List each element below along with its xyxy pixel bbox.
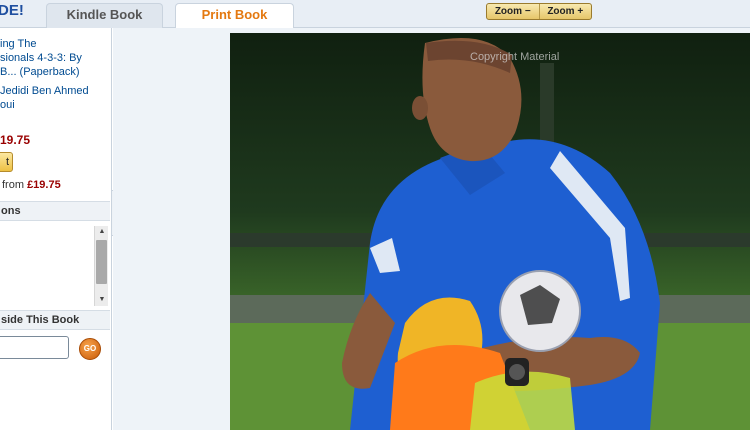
tab-kindle-book[interactable]: Kindle Book <box>46 3 163 28</box>
copyright-watermark: Copyright Material <box>470 51 560 63</box>
tab-print-book[interactable]: Print Book <box>175 3 294 29</box>
search-inside-input[interactable] <box>0 336 69 359</box>
book-price: 19.75 <box>0 133 31 147</box>
brand-logo-fragment: DE! <box>0 2 24 19</box>
scroll-down-arrow-icon[interactable]: ▼ <box>95 294 109 306</box>
top-bar: DE! Kindle Book Print Book Zoom − Zoom + <box>0 0 750 29</box>
go-button[interactable]: GO <box>79 338 101 360</box>
scroll-up-arrow-icon[interactable]: ▲ <box>95 226 109 238</box>
zoom-in-button[interactable]: Zoom + <box>538 4 592 19</box>
book-page-photo: Copyright Material <box>230 33 750 430</box>
book-title-link[interactable]: ing The sionals 4-3-3: By B... (Paperbac… <box>0 37 110 79</box>
zoom-out-button[interactable]: Zoom − <box>487 4 539 19</box>
editions-heading: ons <box>0 201 110 221</box>
used-offer-prefix: from <box>2 179 24 191</box>
zoom-controls: Zoom − Zoom + <box>486 3 592 20</box>
page-viewer: Copyright Material <box>113 28 750 430</box>
editions-scrollbar[interactable]: ▲ ▼ <box>94 226 108 306</box>
scroll-thumb[interactable] <box>96 240 107 284</box>
sidebar: ing The sionals 4-3-3: By B... (Paperbac… <box>0 28 112 430</box>
coach-photo-illustration <box>230 33 750 430</box>
book-author-link[interactable]: Jedidi Ben Ahmed oui <box>0 84 110 112</box>
used-offer-price: £19.75 <box>27 179 61 191</box>
search-inside-heading: side This Book <box>0 310 110 330</box>
used-offer[interactable]: from £19.75 <box>2 179 61 191</box>
buy-button[interactable]: t <box>0 152 13 172</box>
